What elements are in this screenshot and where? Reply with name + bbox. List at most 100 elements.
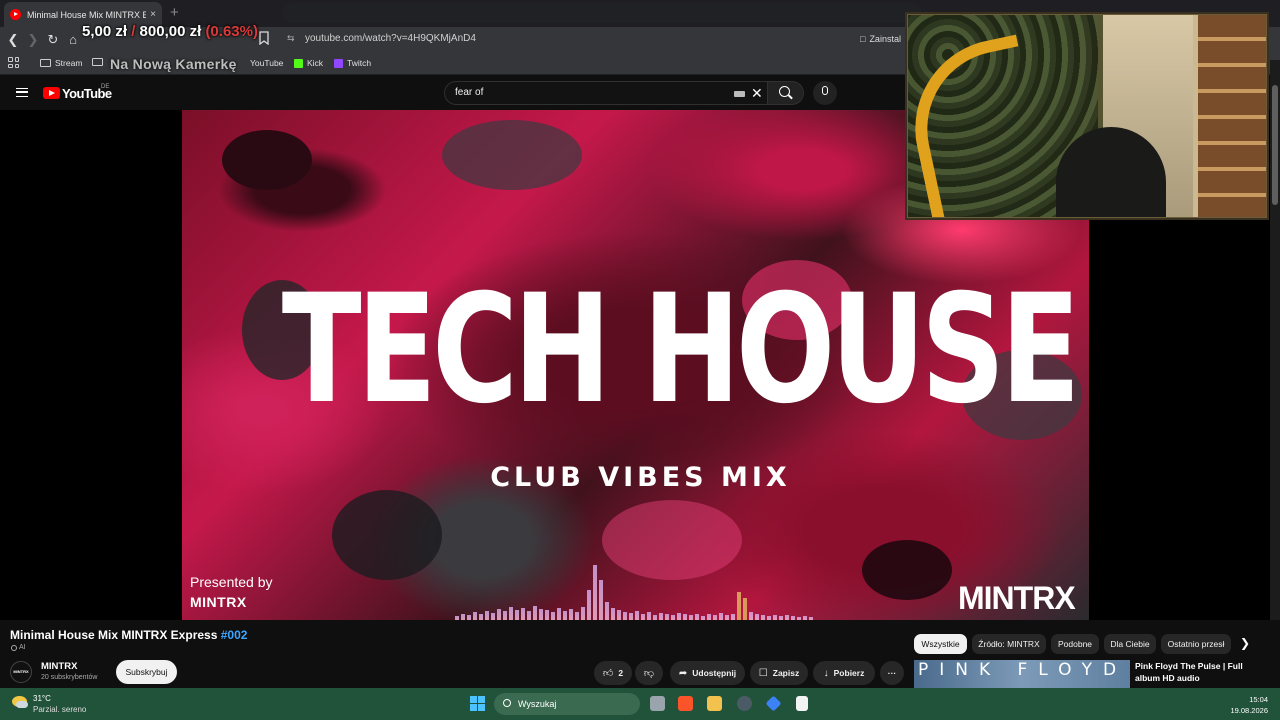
reload-icon[interactable]: ↻: [44, 31, 62, 49]
thumbs-up-icon: 👍︎: [602, 668, 614, 679]
monitor-icon: □: [860, 34, 866, 44]
new-tab-button[interactable]: +: [170, 4, 179, 21]
weather-temperature[interactable]: 31°C: [33, 694, 51, 703]
avatar[interactable]: MINTRX: [10, 661, 32, 683]
audio-visualizer: [455, 560, 815, 620]
region-code: DE: [101, 84, 110, 90]
like-count: 2: [618, 668, 624, 678]
channel-name[interactable]: MINTRX: [41, 661, 77, 672]
save-label: Zapisz: [772, 668, 800, 678]
search-input[interactable]: [455, 87, 715, 98]
task-view-icon[interactable]: [650, 696, 665, 711]
bookmark-twitch[interactable]: Twitch: [334, 58, 371, 68]
like-button[interactable]: 👍︎ 2: [594, 661, 632, 685]
info-icon: [11, 644, 17, 651]
presented-by-label: Presented by: [190, 574, 273, 590]
youtube-favicon-icon: [10, 9, 21, 20]
brave-browser-icon[interactable]: [678, 696, 693, 711]
donation-current: 5,00 zł: [82, 23, 128, 40]
windows-taskbar: [0, 688, 1280, 720]
share-button[interactable]: ➦ Udostępnij: [670, 661, 745, 685]
taskbar-search-icon: [503, 699, 511, 707]
keyboard-icon[interactable]: [734, 91, 745, 97]
weather-icon[interactable]: [12, 696, 28, 708]
install-app-button[interactable]: □ Zainstal: [860, 34, 901, 44]
weather-condition[interactable]: Parzial. sereno: [33, 705, 86, 714]
channel-watermark: MINTRX: [958, 580, 1076, 616]
clock-time: 15:04: [1249, 695, 1268, 704]
back-arrow-icon[interactable]: ❮: [4, 31, 22, 49]
video-title: Minimal House Mix MINTRX Express #002: [10, 628, 247, 642]
install-label: Zainstal: [869, 34, 901, 44]
address-bar[interactable]: [282, 3, 922, 23]
dislike-button[interactable]: 👎︎: [635, 661, 663, 685]
windows-start-icon[interactable]: [470, 696, 485, 711]
chip-source[interactable]: Źródło: MINTRX: [972, 634, 1046, 654]
bookmark-stream[interactable]: Stream: [40, 58, 82, 68]
ai-label: AI: [19, 644, 26, 651]
bookmark-folder[interactable]: [92, 58, 103, 66]
tab-close-icon[interactable]: ×: [150, 9, 156, 20]
site-info-icon[interactable]: ⇆: [287, 33, 295, 44]
kick-icon: [294, 58, 303, 68]
search-icon[interactable]: [779, 86, 790, 97]
save-button[interactable]: ☐ Zapisz: [750, 661, 808, 685]
video-title-text: Minimal House Mix MINTRX Express: [10, 628, 218, 642]
taskbar-clock[interactable]: 15:04 19.08.2026: [1226, 694, 1268, 716]
tab-title: Minimal House Mix MINTRX Express: [27, 9, 147, 20]
donation-goal: 5,00 zł / 800,00 zł (0.63%): [82, 23, 258, 40]
scrollbar-thumb[interactable]: [1272, 85, 1278, 205]
webcam-overlay: [906, 13, 1268, 219]
recommendation-title[interactable]: Pink Floyd The Pulse | Full album HD aud…: [1135, 660, 1267, 684]
more-actions-button[interactable]: ···: [880, 661, 904, 685]
app-icon[interactable]: [737, 696, 752, 711]
chip-all[interactable]: Wszystkie: [914, 634, 967, 654]
bookmark-youtube[interactable]: YouTube: [250, 58, 283, 68]
donation-percent: (0.63%): [205, 23, 258, 40]
subscriber-count: 20 subskrybentów: [41, 674, 98, 681]
ai-badge: AI: [11, 644, 26, 651]
thumbnail-text: PINK FLOYD: [918, 660, 1128, 680]
clock-date: 19.08.2026: [1230, 706, 1268, 715]
share-icon: ➦: [678, 667, 688, 679]
file-explorer-icon[interactable]: [707, 696, 722, 711]
hashtag-link[interactable]: #002: [221, 628, 248, 642]
donation-goal-label: Na Nową Kamerkę: [110, 56, 237, 72]
bookmark-kick[interactable]: Kick: [294, 58, 323, 68]
microphone-icon[interactable]: [822, 86, 828, 95]
video-title-graphic: TECH HOUSE: [281, 263, 1081, 437]
clear-search-icon[interactable]: ✕: [751, 85, 763, 102]
bookmark-label: Twitch: [347, 58, 372, 68]
download-button[interactable]: ↓ Pobierz: [813, 661, 875, 685]
donation-separator: /: [131, 23, 136, 40]
chip-recent[interactable]: Ostatnio przesł: [1161, 634, 1231, 654]
chip-similar[interactable]: Podobne: [1051, 634, 1099, 654]
download-icon: ↓: [823, 667, 829, 679]
bookmark-icon[interactable]: [258, 31, 270, 45]
url-text[interactable]: youtube.com/watch?v=4H9QKMjAnD4: [305, 33, 476, 44]
save-icon: ☐: [758, 667, 768, 679]
folder-icon: [92, 58, 103, 66]
apps-grid-icon[interactable]: [8, 57, 19, 68]
share-label: Udostępnij: [692, 668, 737, 678]
donation-target: 800,00 zł: [139, 23, 202, 40]
bookmark-label: Kick: [307, 58, 324, 68]
thumbs-down-icon: 👎︎: [643, 668, 655, 679]
taskbar-search[interactable]: Wyszukaj: [494, 693, 640, 715]
menu-icon[interactable]: [16, 88, 28, 97]
download-label: Pobierz: [833, 668, 865, 678]
bookmark-label: Stream: [55, 58, 83, 68]
presenter-name: MINTRX: [190, 594, 247, 610]
twitch-icon: [334, 58, 343, 68]
folder-icon: [40, 59, 51, 67]
chevron-right-icon[interactable]: ❯: [1240, 636, 1250, 650]
bookmark-label: YouTube: [250, 58, 284, 68]
chip-for-you[interactable]: Dla Ciebie: [1104, 634, 1156, 654]
subscribe-button[interactable]: Subskrybuj: [116, 660, 177, 684]
forward-arrow-icon[interactable]: ❯: [24, 31, 42, 49]
more-icon: ···: [887, 668, 897, 678]
home-icon[interactable]: ⌂: [64, 31, 82, 49]
document-icon[interactable]: [796, 696, 808, 711]
video-subtitle-graphic: CLUB VIBES MIX: [490, 462, 791, 493]
youtube-logo-icon[interactable]: [43, 87, 60, 99]
